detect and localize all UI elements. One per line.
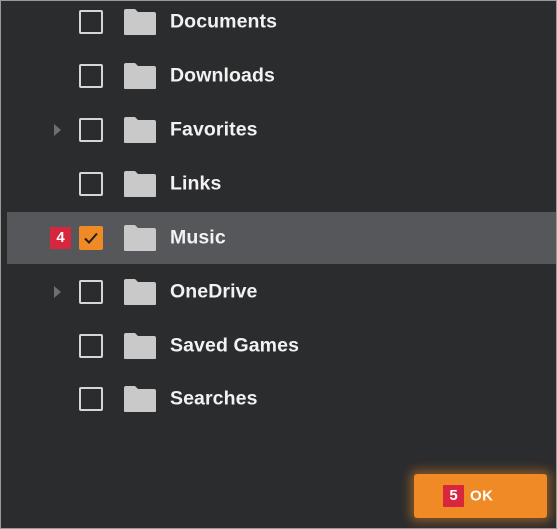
checkbox[interactable] <box>79 64 103 88</box>
folder-label: Favorites <box>170 118 258 141</box>
folder-row-music[interactable]: 4 Music <box>7 212 556 264</box>
folder-row-favorites[interactable]: Favorites <box>7 104 556 156</box>
folder-icon <box>124 225 156 251</box>
folder-icon <box>124 279 156 305</box>
folder-icon <box>124 9 156 35</box>
checkbox[interactable] <box>79 280 103 304</box>
checkbox[interactable] <box>79 387 103 411</box>
folder-row-saved-games[interactable]: Saved Games <box>7 320 556 372</box>
folder-icon <box>124 333 156 359</box>
folder-icon <box>124 171 156 197</box>
checkbox[interactable] <box>79 334 103 358</box>
folder-icon <box>124 386 156 412</box>
chevron-right-icon[interactable] <box>54 124 61 136</box>
chevron-right-icon[interactable] <box>54 286 61 298</box>
checkbox[interactable] <box>79 172 103 196</box>
folder-label: Searches <box>170 387 258 410</box>
checkbox[interactable] <box>79 10 103 34</box>
folder-label: Saved Games <box>170 334 300 357</box>
checkbox[interactable] <box>79 118 103 142</box>
folder-label: Documents <box>170 10 278 33</box>
folder-picker-dialog: Documents Downloads Favorites Links 4 Mu… <box>0 0 557 529</box>
folder-row-links[interactable]: Links <box>7 158 556 210</box>
step-badge: 4 <box>50 227 71 249</box>
folder-label: Music <box>170 226 226 249</box>
folder-label: Links <box>170 172 222 195</box>
checkmark-icon <box>84 232 98 244</box>
checkbox-checked[interactable] <box>79 226 103 250</box>
folder-icon <box>124 117 156 143</box>
folder-row-onedrive[interactable]: OneDrive <box>7 266 556 318</box>
folder-row-downloads[interactable]: Downloads <box>7 50 556 102</box>
step-badge: 5 <box>443 485 464 507</box>
folder-label: OneDrive <box>170 280 258 303</box>
folder-row-documents[interactable]: Documents <box>7 1 556 48</box>
folder-icon <box>124 63 156 89</box>
folder-row-searches[interactable]: Searches <box>7 373 556 425</box>
folder-label: Downloads <box>170 64 275 87</box>
ok-button-label: OK <box>470 487 494 505</box>
ok-button[interactable]: 5 OK <box>414 474 547 518</box>
